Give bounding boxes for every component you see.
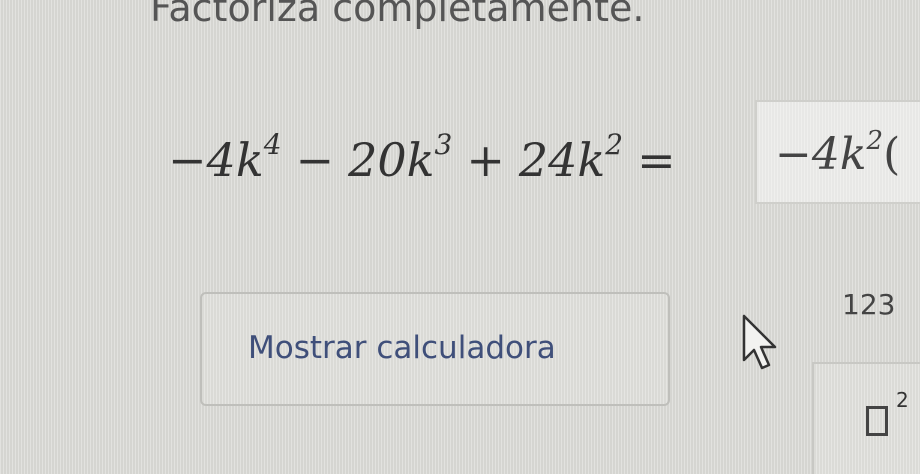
term-3: 24k2 [518, 128, 624, 187]
term-2: 20k3 [348, 128, 453, 187]
equals-sign: = [637, 133, 676, 187]
equation: −4k4 − 20k3 + 24k2 = [168, 128, 690, 187]
show-calculator-button[interactable]: Mostrar calculadora [200, 292, 670, 406]
keypad-toggle-button[interactable]: 123 [842, 288, 895, 321]
answer-input[interactable]: −4k2( [755, 100, 920, 204]
operator-minus: − [295, 133, 335, 187]
mouse-cursor-icon [742, 314, 777, 370]
instruction-text: Factoriza completamente. [150, 0, 645, 30]
term-1: −4k4 [168, 128, 282, 187]
answer-input-value: −4k2( [775, 126, 901, 180]
show-calculator-label: Mostrar calculadora [248, 330, 556, 366]
square-key-icon[interactable] [866, 406, 888, 436]
square-key-exponent: 2 [896, 388, 909, 412]
operator-plus: + [466, 133, 505, 187]
